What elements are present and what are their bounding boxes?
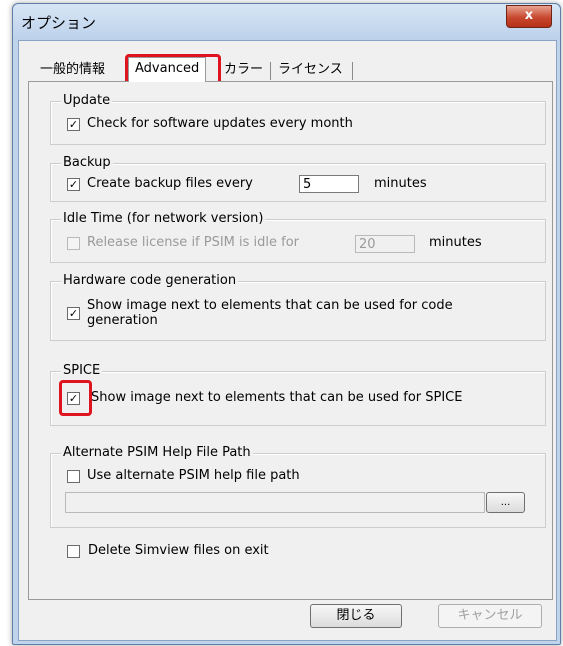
- backup-group: Backup ✓ Create backup files every 5 min…: [50, 155, 546, 202]
- help-file-path-input[interactable]: [65, 492, 485, 513]
- tab-separator: [270, 62, 271, 80]
- delete-simview-checkbox[interactable]: [67, 545, 80, 558]
- check-mark-icon: ✓: [68, 178, 79, 191]
- help-file-path-legend: Alternate PSIM Help File Path: [61, 445, 253, 460]
- close-button[interactable]: 閉じる: [310, 604, 402, 628]
- tab-color[interactable]: カラー: [218, 59, 269, 81]
- check-mark-icon: ✓: [68, 118, 79, 131]
- tab-general[interactable]: 一般的情報: [34, 59, 111, 81]
- idle-minutes-unit: minutes: [429, 235, 482, 250]
- hardware-code-legend: Hardware code generation: [61, 273, 239, 288]
- title-bar[interactable]: オプション x: [13, 4, 560, 40]
- close-button-label: 閉じる: [336, 608, 376, 623]
- update-group: Update ✓ Check for software updates ever…: [50, 93, 546, 145]
- idle-time-legend: Idle Time (for network version): [61, 211, 266, 226]
- backup-checkbox[interactable]: ✓: [67, 178, 80, 191]
- update-checkbox-label: Check for software updates every month: [87, 116, 353, 131]
- backup-legend: Backup: [61, 155, 113, 170]
- spice-group: SPICE ✓ Show image next to elements that…: [50, 363, 546, 426]
- idle-minutes-input[interactable]: 20: [355, 235, 415, 253]
- cancel-button-label: キャンセル: [457, 608, 523, 623]
- help-file-path-group: Alternate PSIM Help File Path Use altern…: [50, 445, 546, 528]
- close-window-button[interactable]: x: [506, 5, 552, 28]
- update-legend: Update: [61, 93, 113, 108]
- browse-button-label: ...: [500, 497, 511, 508]
- hardware-code-checkbox-label-cont: generation: [87, 313, 158, 328]
- hardware-code-checkbox[interactable]: ✓: [67, 307, 80, 320]
- tab-color-label: カラー: [224, 62, 264, 77]
- idle-time-group: Idle Time (for network version) Release …: [50, 211, 546, 263]
- tab-advanced[interactable]: Advanced: [128, 57, 207, 82]
- spice-legend: SPICE: [61, 363, 103, 378]
- spice-checkbox-label: Show image next to elements that can be …: [91, 390, 463, 405]
- tab-license-label: ライセンス: [278, 62, 343, 77]
- close-icon: x: [524, 8, 534, 23]
- backup-checkbox-label: Create backup files every: [87, 176, 253, 191]
- check-mark-icon: ✓: [68, 307, 79, 320]
- browse-button[interactable]: ...: [486, 492, 525, 513]
- window-title: オプション: [21, 14, 97, 32]
- check-mark-icon: ✓: [68, 392, 79, 405]
- hardware-code-checkbox-label: Show image next to elements that can be …: [87, 298, 453, 313]
- update-checkbox[interactable]: ✓: [67, 118, 80, 131]
- alternate-help-checkbox-label: Use alternate PSIM help file path: [87, 468, 300, 483]
- tab-separator: [352, 62, 353, 80]
- tab-general-label: 一般的情報: [40, 62, 106, 77]
- cancel-button[interactable]: キャンセル: [438, 604, 542, 628]
- alternate-help-checkbox[interactable]: [67, 470, 80, 483]
- tab-advanced-label: Advanced: [135, 61, 200, 76]
- hardware-code-group: Hardware code generation ✓ Show image ne…: [50, 273, 546, 341]
- backup-minutes-input[interactable]: 5: [299, 175, 359, 193]
- spice-checkbox[interactable]: ✓: [67, 392, 80, 405]
- delete-simview-label: Delete Simview files on exit: [88, 543, 269, 558]
- tab-license[interactable]: ライセンス: [272, 59, 349, 81]
- idle-release-checkbox[interactable]: [67, 237, 80, 250]
- idle-release-checkbox-label: Release license if PSIM is idle for: [87, 235, 300, 250]
- backup-minutes-unit: minutes: [374, 176, 427, 191]
